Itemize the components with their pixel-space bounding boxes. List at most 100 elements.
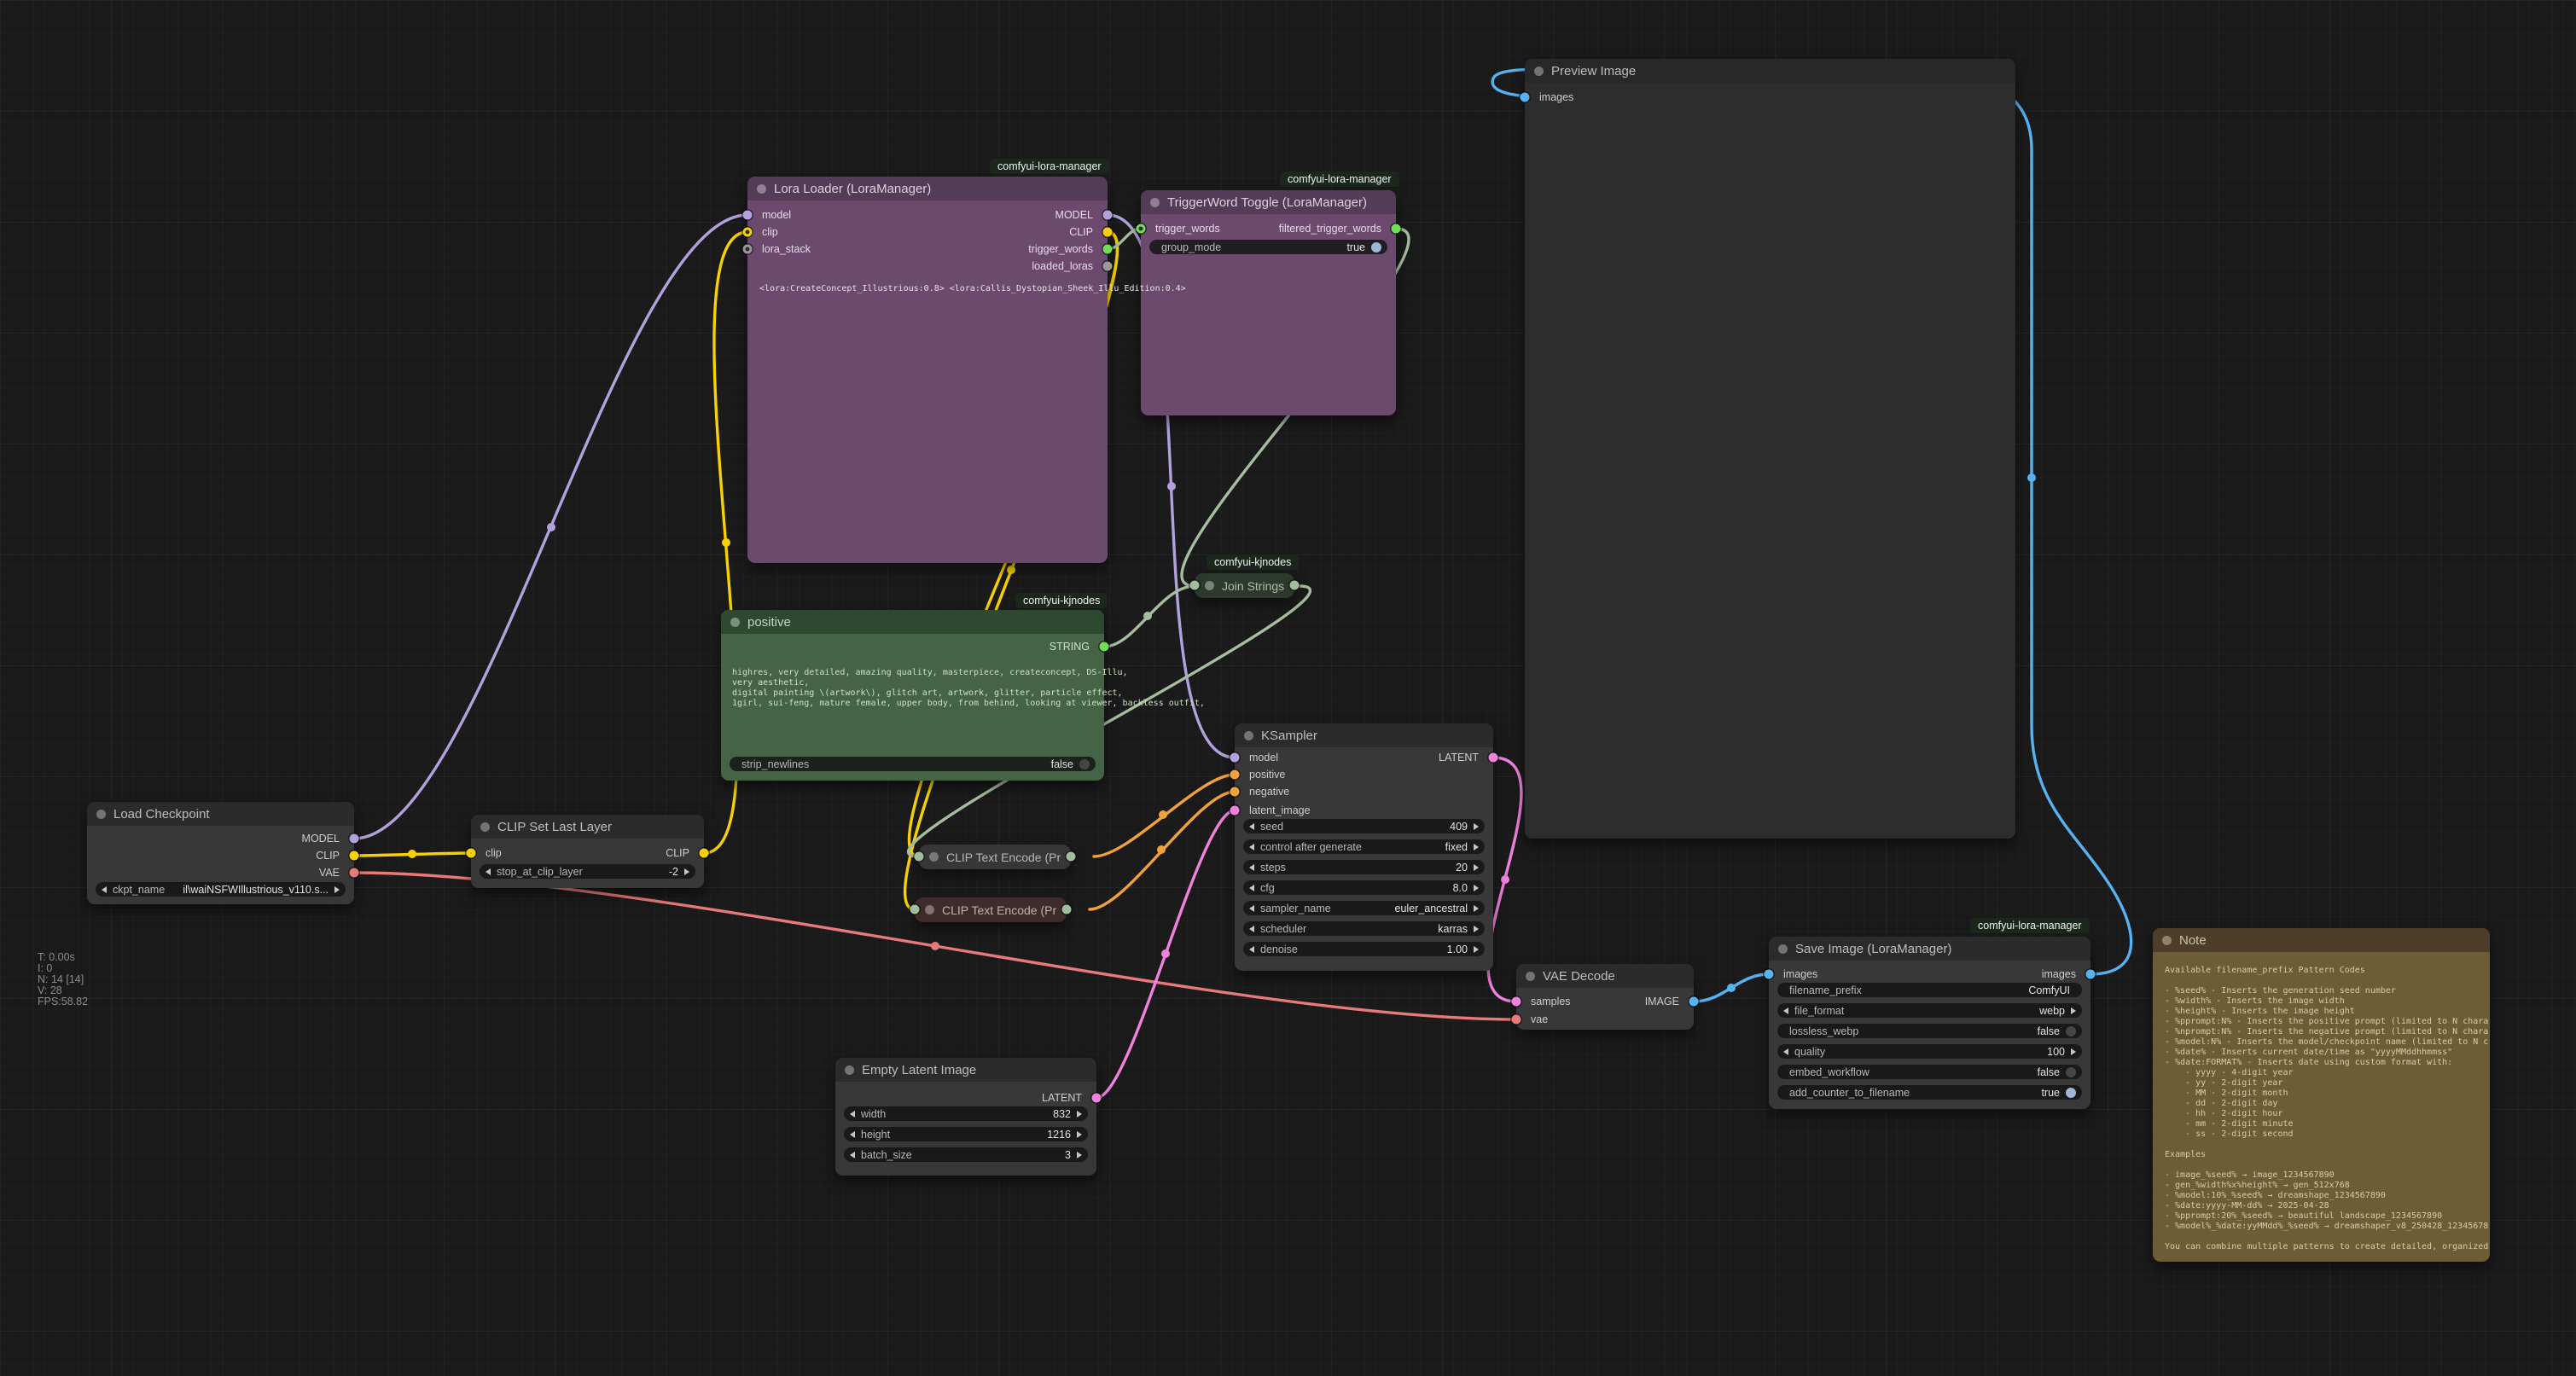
pin-loaded-loras-output[interactable] — [1103, 262, 1113, 271]
next-arrow-icon[interactable] — [1077, 1111, 1082, 1118]
pin-samples-input[interactable] — [1512, 997, 1521, 1007]
prompt-textarea[interactable]: highres, very detailed, amazing quality,… — [732, 668, 1205, 709]
node-clip-text-encode-negative[interactable]: CLIP Text Encode (Pr — [915, 897, 1067, 922]
pin-image-output[interactable] — [1689, 997, 1699, 1007]
pin-negative-input[interactable] — [1230, 787, 1240, 797]
next-arrow-icon[interactable] — [1474, 844, 1479, 851]
node-titlebar[interactable]: TriggerWord Toggle (LoraManager) — [1141, 190, 1396, 214]
prev-arrow-icon[interactable] — [1249, 946, 1254, 953]
collapse-dot-icon[interactable] — [1526, 972, 1535, 981]
toggle-dot-icon[interactable] — [2066, 1026, 2076, 1036]
note-text[interactable]: Available filename_prefix Pattern Codes … — [2165, 966, 2488, 1257]
node-ksampler[interactable]: KSampler model positive negative latent_… — [1235, 723, 1493, 971]
collapse-dot-icon[interactable] — [1534, 67, 1544, 76]
widget-file-format[interactable]: file_format webp — [1777, 1003, 2082, 1018]
node-titlebar[interactable]: Preview Image — [1525, 59, 2015, 83]
node-join-strings[interactable]: Join Strings — [1195, 573, 1294, 598]
pin-vae-output[interactable] — [350, 868, 359, 878]
prev-arrow-icon[interactable] — [1783, 1048, 1788, 1055]
pin-strings-input[interactable] — [1190, 581, 1200, 590]
next-arrow-icon[interactable] — [1474, 946, 1479, 953]
next-arrow-icon[interactable] — [684, 868, 689, 875]
pin-vae-input[interactable] — [1512, 1015, 1521, 1025]
node-empty-latent-image[interactable]: Empty Latent Image LATENT width 832 heig… — [835, 1058, 1096, 1176]
pin-clip-output[interactable] — [700, 849, 709, 858]
pin-positive-input[interactable] — [1230, 770, 1240, 780]
node-positive-prompt[interactable]: positive STRING highres, very detailed, … — [721, 610, 1104, 781]
prev-arrow-icon[interactable] — [102, 886, 107, 893]
pin-clip-input[interactable] — [743, 228, 753, 237]
collapse-dot-icon[interactable] — [96, 810, 106, 819]
pin-string-output[interactable] — [1290, 581, 1300, 590]
collapse-dot-icon[interactable] — [929, 852, 939, 862]
collapse-dot-icon[interactable] — [2162, 936, 2172, 945]
pin-filtered-trigger-words-output[interactable] — [1392, 224, 1401, 234]
widget-quality[interactable]: quality 100 — [1777, 1044, 2082, 1059]
widget-cfg[interactable]: cfg 8.0 — [1243, 880, 1485, 895]
prev-arrow-icon[interactable] — [1249, 926, 1254, 932]
pin-conditioning-output[interactable] — [1062, 905, 1072, 914]
prev-arrow-icon[interactable] — [1249, 905, 1254, 912]
node-titlebar[interactable]: VAE Decode — [1516, 964, 1694, 988]
collapse-dot-icon[interactable] — [1205, 581, 1214, 590]
node-titlebar[interactable]: positive — [721, 610, 1104, 634]
node-titlebar[interactable]: Load Checkpoint — [87, 802, 354, 826]
widget-add-counter-toggle[interactable]: add_counter_to_filename true — [1777, 1085, 2082, 1100]
node-triggerword-toggle[interactable]: TriggerWord Toggle (LoraManager) trigger… — [1141, 190, 1396, 415]
next-arrow-icon[interactable] — [1474, 885, 1479, 891]
next-arrow-icon[interactable] — [1077, 1131, 1082, 1138]
pin-clip-output[interactable] — [350, 851, 359, 861]
node-note[interactable]: Note Available filename_prefix Pattern C… — [2153, 928, 2490, 1262]
pin-latent-output[interactable] — [1489, 753, 1498, 763]
pin-trigger-words-output[interactable] — [1103, 245, 1113, 254]
node-preview-image[interactable]: Preview Image images — [1525, 59, 2015, 839]
widget-scheduler[interactable]: scheduler karras — [1243, 921, 1485, 936]
pin-model-output[interactable] — [1103, 211, 1113, 220]
node-titlebar[interactable]: Lora Loader (LoraManager) — [747, 177, 1108, 200]
widget-ckpt-name[interactable]: ckpt_name il\waiNSFWIllustrious_v110.s..… — [96, 882, 346, 897]
widget-lossless-webp-toggle[interactable]: lossless_webp false — [1777, 1024, 2082, 1038]
pin-trigger-words-input[interactable] — [1137, 224, 1146, 234]
pin-model-output[interactable] — [350, 834, 359, 844]
widget-strip-newlines-toggle[interactable]: strip_newlines false — [730, 757, 1096, 771]
widget-sampler-name[interactable]: sampler_name euler_ancestral — [1243, 901, 1485, 915]
pin-images-output[interactable] — [2086, 970, 2096, 979]
prev-arrow-icon[interactable] — [1249, 823, 1254, 830]
widget-control-after-generate[interactable]: control after generate fixed — [1243, 839, 1485, 854]
pin-lora-stack-input[interactable] — [743, 245, 753, 254]
pin-images-input[interactable] — [1521, 93, 1530, 102]
pin-model-input[interactable] — [743, 211, 753, 220]
node-titlebar[interactable]: CLIP Set Last Layer — [471, 815, 704, 839]
widget-width[interactable]: width 832 — [844, 1106, 1088, 1121]
pin-latent-image-input[interactable] — [1230, 806, 1240, 816]
widget-height[interactable]: height 1216 — [844, 1127, 1088, 1141]
node-vae-decode[interactable]: VAE Decode samples vae IMAGE — [1516, 964, 1694, 1030]
pin-string-output[interactable] — [1100, 642, 1109, 652]
widget-filename-prefix[interactable]: filename_prefix ComfyUI — [1777, 983, 2082, 997]
next-arrow-icon[interactable] — [2071, 1007, 2076, 1014]
widget-stop-at-clip-layer[interactable]: stop_at_clip_layer -2 — [480, 864, 695, 879]
collapse-dot-icon[interactable] — [730, 618, 740, 627]
prev-arrow-icon[interactable] — [1249, 864, 1254, 871]
pin-model-input[interactable] — [1230, 753, 1240, 763]
prev-arrow-icon[interactable] — [486, 868, 491, 875]
next-arrow-icon[interactable] — [1474, 823, 1479, 830]
next-arrow-icon[interactable] — [334, 886, 340, 893]
node-load-checkpoint[interactable]: Load Checkpoint MODEL CLIP VAE ckpt_name… — [87, 802, 354, 904]
pin-clip-input[interactable] — [467, 849, 476, 858]
node-lora-loader[interactable]: Lora Loader (LoraManager) model clip lor… — [747, 177, 1108, 563]
pin-latent-output[interactable] — [1092, 1094, 1102, 1103]
collapse-dot-icon[interactable] — [1244, 731, 1253, 740]
pin-clip-output[interactable] — [1103, 228, 1113, 237]
pin-inputs[interactable] — [910, 905, 920, 914]
toggle-dot-icon[interactable] — [1079, 759, 1090, 769]
pin-images-input[interactable] — [1765, 970, 1774, 979]
pin-conditioning-output[interactable] — [1067, 852, 1076, 862]
node-titlebar[interactable]: Note — [2153, 928, 2490, 952]
node-save-image[interactable]: Save Image (LoraManager) images images f… — [1769, 937, 2090, 1109]
lora-syntax-text[interactable]: <lora:CreateConcept_Illustrious:0.8> <lo… — [759, 284, 1186, 294]
widget-embed-workflow-toggle[interactable]: embed_workflow false — [1777, 1065, 2082, 1079]
comfyui-canvas[interactable]: T: 0.00s I: 0 N: 14 [14] V: 28 FPS:58.82… — [0, 0, 2576, 1376]
collapse-dot-icon[interactable] — [1150, 198, 1160, 207]
node-titlebar[interactable]: Empty Latent Image — [835, 1058, 1096, 1082]
